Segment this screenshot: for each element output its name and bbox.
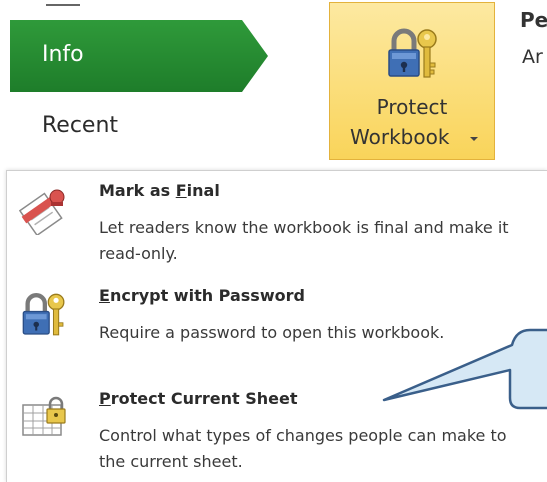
protect-sheet-icon	[22, 396, 66, 436]
chevron-down-icon	[470, 137, 478, 141]
backstage-nav: Info Recent	[0, 0, 268, 170]
protect-workbook-menu: Mark as Final Let readers know the workb…	[6, 170, 547, 482]
protect-workbook-button[interactable]: Protect Workbook	[329, 2, 495, 160]
permissions-heading-partial: Pe	[520, 8, 547, 32]
lock-key-icon	[388, 28, 437, 78]
nav-top-item	[0, 0, 268, 20]
protect-button-label-line1: Protect	[376, 95, 448, 119]
menu-item-description: Let readers know the workbook is final a…	[99, 218, 509, 263]
nav-item-recent[interactable]: Recent	[42, 113, 118, 138]
menu-item-protect-current-sheet[interactable]: Protect Current Sheet Control what types…	[7, 389, 547, 479]
menu-item-title: Encrypt with Password	[99, 286, 305, 305]
menu-item-title: Mark as Final	[99, 181, 220, 200]
menu-item-description: Require a password to open this workbook…	[99, 323, 445, 342]
mark-final-icon	[19, 189, 65, 235]
nav-top-item-partial	[46, 0, 80, 6]
menu-item-description: Control what types of changes people can…	[99, 426, 507, 471]
encrypt-lock-icon	[22, 293, 65, 336]
menu-item-mark-as-final[interactable]: Mark as Final Let readers know the workb…	[7, 181, 547, 271]
protect-button-label-line2: Workbook	[350, 125, 450, 149]
permissions-text-partial: Ar	[522, 46, 543, 68]
nav-item-info-label: Info	[42, 42, 84, 67]
nav-item-info[interactable]: Info	[10, 20, 268, 92]
menu-item-encrypt-with-password[interactable]: Encrypt with Password Require a password…	[7, 286, 547, 376]
menu-item-title: Protect Current Sheet	[99, 389, 298, 408]
